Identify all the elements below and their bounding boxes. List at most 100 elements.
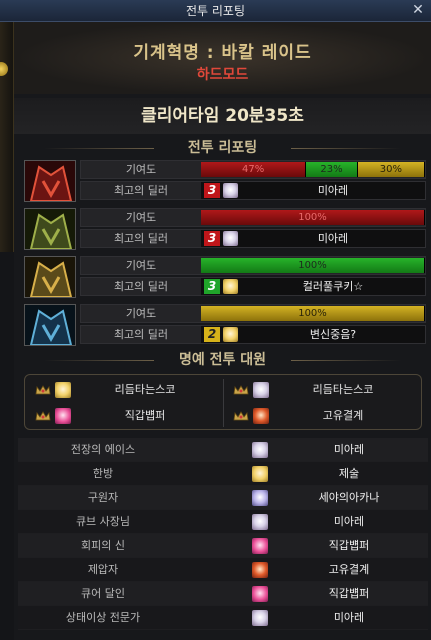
top-dealer-line: 최고의 딜러 2 변신중음? <box>80 325 426 344</box>
honor-member[interactable]: 리듬타는스코 <box>225 378 421 402</box>
boss-report-row: 기여도 100% 최고의 딜러 3 컬러풀쿠키☆ <box>24 256 426 298</box>
contribution-segment: 100% <box>201 210 425 225</box>
contribution-line: 기여도 100% <box>80 208 426 227</box>
reporting-section-title: 전투 리포팅 <box>14 136 431 160</box>
dealer-name: 변신중음? <box>309 328 357 341</box>
contribution-label: 기여도 <box>125 307 157 320</box>
member-name: 리듬타는스코 <box>114 383 176 396</box>
award-row: 회피의 신 직갑뱹퍼 <box>18 534 428 558</box>
character-avatar <box>252 466 268 482</box>
battle-report-window: 전투 리포팅 ✕ 기계혁명 : 바칼 레이드 하드모드 클리어타임 20분35초… <box>0 0 431 640</box>
award-recipient: 미아레 <box>333 515 365 528</box>
crown-icon <box>233 411 249 421</box>
member-name: 직갑뱹퍼 <box>124 409 166 422</box>
character-avatar <box>253 382 269 398</box>
award-recipient: 직갑뱹퍼 <box>328 539 370 552</box>
green-bakal-icon <box>24 208 76 250</box>
top-dealer: 2 변신중음? <box>201 326 425 343</box>
raid-title: 기계혁명 : 바칼 레이드 <box>133 43 312 63</box>
member-name: 고유결계 <box>322 409 364 422</box>
difficulty-label: 하드모드 <box>196 67 249 83</box>
award-title: 큐브 사장님 <box>75 515 131 528</box>
top-dealer: 3 미아레 <box>201 230 425 247</box>
member-name: 리듬타는스코 <box>312 383 374 396</box>
raid-header: 기계혁명 : 바칼 레이드 하드모드 <box>14 22 431 94</box>
award-row: 상태이상 전문가 미아레 <box>18 606 428 630</box>
award-recipient: 제술 <box>338 467 360 480</box>
top-dealer-line: 최고의 딜러 3 미아레 <box>80 229 426 248</box>
award-row: 전장의 에이스 미아레 <box>18 438 428 462</box>
contribution-label: 기여도 <box>125 163 157 176</box>
award-title: 회피의 신 <box>81 539 125 552</box>
honor-section-title: 명예 전투 대원 <box>14 348 431 372</box>
top-dealer-label: 최고의 딜러 <box>113 232 169 245</box>
character-avatar <box>223 231 238 246</box>
rank-badge: 2 <box>204 327 220 342</box>
boss-report-row: 기여도 100% 최고의 딜러 3 미아레 <box>24 208 426 250</box>
honor-member[interactable]: 직갑뱹퍼 <box>27 404 223 428</box>
honor-member[interactable]: 리듬타는스코 <box>27 378 223 402</box>
top-dealer-line: 최고의 딜러 3 컬러풀쿠키☆ <box>80 277 426 296</box>
award-row: 구원자 세야의아카나 <box>18 486 428 510</box>
character-avatar <box>223 279 238 294</box>
award-recipient: 세야의아카나 <box>318 491 380 504</box>
side-frame <box>0 22 14 252</box>
award-title: 상태이상 전문가 <box>65 611 141 624</box>
close-icon[interactable]: ✕ <box>409 0 427 22</box>
honor-member[interactable]: 고유결계 <box>225 404 421 428</box>
report-panel: 기계혁명 : 바칼 레이드 하드모드 클리어타임 20분35초 전투 리포팅 기… <box>14 22 431 640</box>
gold-bakal-icon <box>24 256 76 298</box>
character-avatar <box>252 562 268 578</box>
character-avatar <box>252 610 268 626</box>
contribution-bar: 47% 23% 30% <box>201 162 425 177</box>
contribution-line: 기여도 47% 23% 30% <box>80 160 426 179</box>
top-dealer-label: 최고의 딜러 <box>113 184 169 197</box>
contribution-segment: 47% <box>201 162 307 177</box>
red-bakal-icon <box>24 160 76 202</box>
crown-icon <box>35 411 51 421</box>
contribution-segment: 100% <box>201 258 425 273</box>
divider <box>223 379 224 427</box>
rank-badge: 3 <box>204 183 220 198</box>
crown-icon <box>35 385 51 395</box>
award-recipient: 직갑뱹퍼 <box>328 587 370 600</box>
contribution-segment: 30% <box>357 162 425 177</box>
top-dealer: 3 미아레 <box>201 182 425 199</box>
contribution-segment: 100% <box>201 306 425 321</box>
top-dealer: 3 컬러풀쿠키☆ <box>201 278 425 295</box>
character-avatar <box>252 442 268 458</box>
boss-report-row: 기여도 47% 23% 30% 최고의 딜러 3 미아레 <box>24 160 426 202</box>
dealer-name: 컬러풀쿠키☆ <box>302 280 364 293</box>
contribution-bar: 100% <box>201 306 425 321</box>
contribution-segment: 23% <box>306 162 358 177</box>
character-avatar <box>252 538 268 554</box>
top-dealer-label: 최고의 딜러 <box>113 328 169 341</box>
clear-time: 클리어타임 20분35초 <box>14 98 431 134</box>
top-dealer-line: 최고의 딜러 3 미아레 <box>80 181 426 200</box>
character-avatar <box>223 327 238 342</box>
award-title: 큐어 달인 <box>81 587 125 600</box>
contribution-label: 기여도 <box>125 259 157 272</box>
character-avatar <box>252 514 268 530</box>
dealer-name: 미아레 <box>317 232 349 245</box>
top-dealer-label: 최고의 딜러 <box>113 280 169 293</box>
character-avatar <box>223 183 238 198</box>
contribution-bar: 100% <box>201 210 425 225</box>
character-avatar <box>253 408 269 424</box>
contribution-bar: 100% <box>201 258 425 273</box>
award-title: 제압자 <box>87 563 119 576</box>
rank-badge: 3 <box>204 279 220 294</box>
window-title: 전투 리포팅 <box>185 4 245 18</box>
orb-icon <box>0 62 8 76</box>
award-row: 제압자 고유결계 <box>18 558 428 582</box>
title-bar[interactable]: 전투 리포팅 ✕ <box>0 0 431 22</box>
contribution-line: 기여도 100% <box>80 256 426 275</box>
honor-members: 리듬타는스코 리듬타는스코직갑뱹퍼 고유결계 <box>24 374 422 430</box>
award-recipient: 고유결계 <box>328 563 370 576</box>
award-row: 큐어 달인 직갑뱹퍼 <box>18 582 428 606</box>
award-title: 한방 <box>92 467 114 480</box>
dealer-name: 미아레 <box>317 184 349 197</box>
award-recipient: 미아레 <box>333 443 365 456</box>
award-list: 전장의 에이스 미아레 한방 제술 구원자 세야의아카나 큐브 사장님 미아레 회피의 신 직갑뱹… <box>18 438 428 630</box>
award-recipient: 미아레 <box>333 611 365 624</box>
